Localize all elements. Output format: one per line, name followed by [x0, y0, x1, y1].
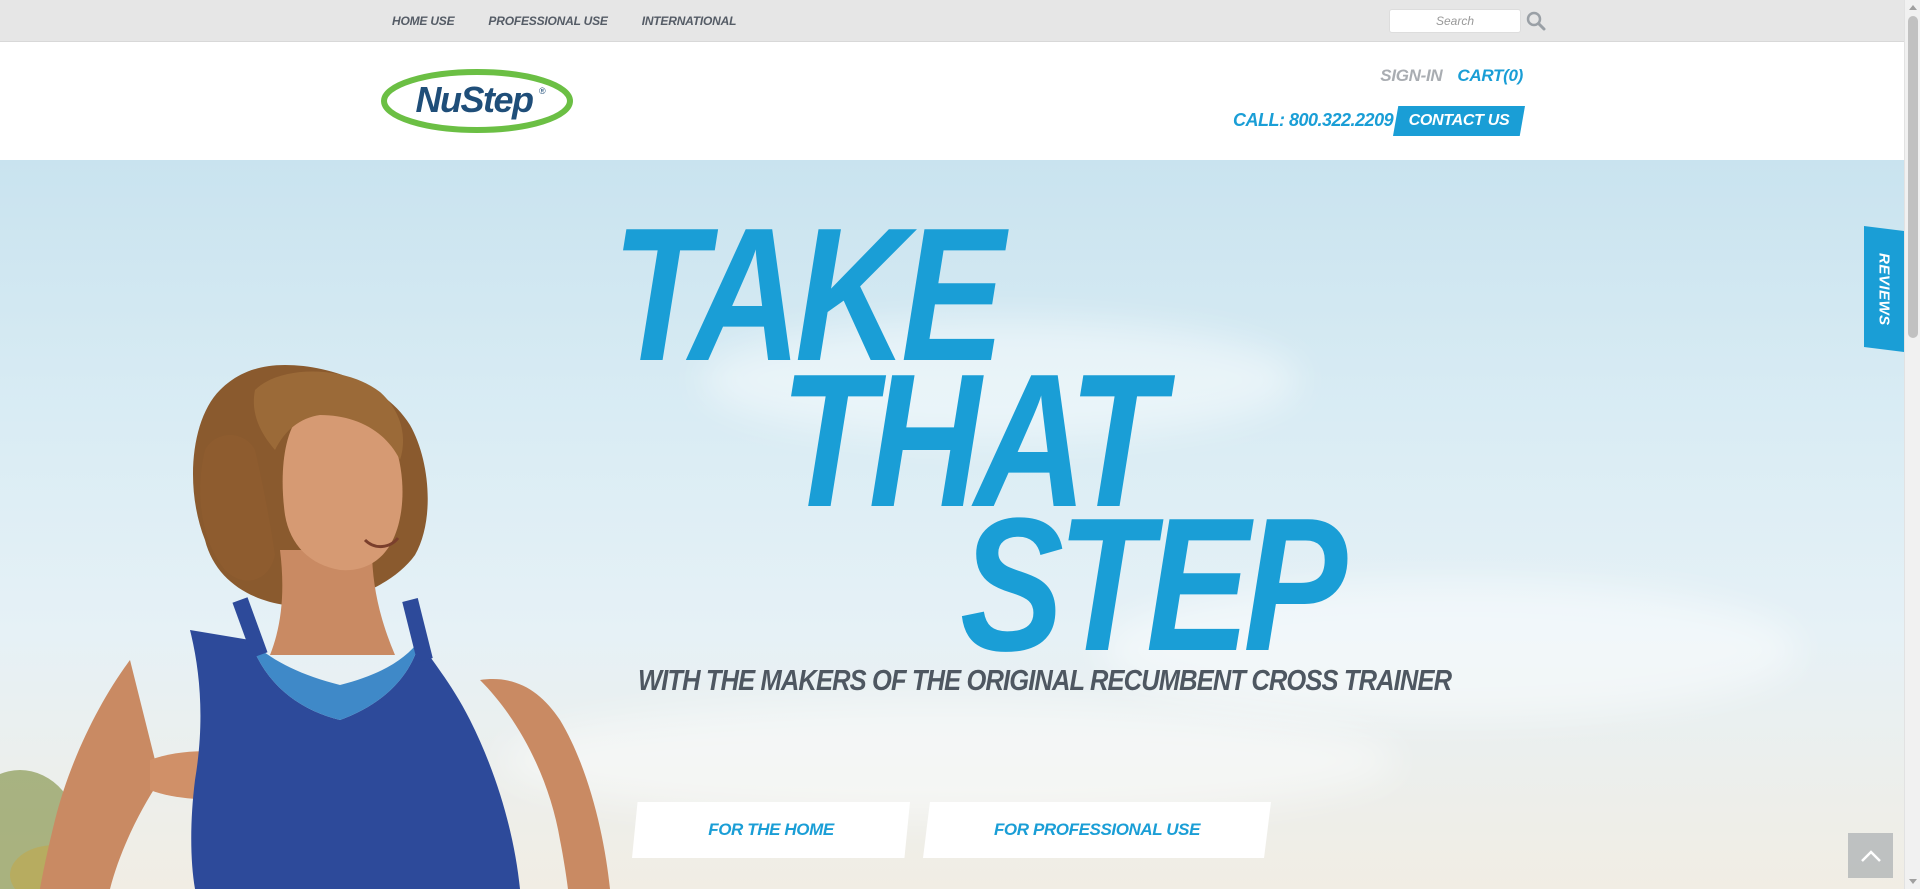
hero-subheadline: WITH THE MAKERS OF THE ORIGINAL RECUMBEN… — [638, 665, 1452, 697]
logo-registered-mark: ® — [539, 86, 546, 96]
sign-in-link[interactable]: SIGN-IN — [1380, 66, 1442, 86]
search-button[interactable] — [1525, 10, 1547, 32]
search-input[interactable] — [1389, 9, 1521, 33]
logo-wordmark: NuStep — [416, 79, 534, 120]
for-the-home-button[interactable]: FOR THE HOME — [632, 802, 910, 858]
nav-professional-use[interactable]: PROFESSIONAL USE — [488, 14, 607, 28]
top-utility-bar: HOME USE PROFESSIONAL USE INTERNATIONAL — [0, 0, 1904, 42]
hero-banner: TAKE THAT STEP WITH THE MAKERS OF THE OR… — [0, 160, 1904, 889]
scroll-up-arrow[interactable] — [1909, 5, 1917, 10]
back-to-top-button[interactable] — [1848, 833, 1893, 878]
reviews-tab[interactable]: REVIEWS — [1864, 226, 1904, 352]
scroll-down-arrow[interactable] — [1909, 879, 1917, 884]
search-icon — [1526, 11, 1546, 31]
contact-us-button[interactable]: CONTACT US — [1393, 106, 1525, 136]
account-links: SIGN-IN CART(0) — [1380, 66, 1523, 86]
top-nav: HOME USE PROFESSIONAL USE INTERNATIONAL — [392, 0, 736, 42]
cart-link[interactable]: CART(0) — [1457, 66, 1523, 86]
chevron-up-icon — [1860, 849, 1881, 862]
hero-woman-image — [0, 365, 610, 889]
headline-step: STEP — [960, 479, 1347, 691]
scroll-thumb[interactable] — [1908, 16, 1918, 338]
nav-home-use[interactable]: HOME USE — [392, 14, 455, 28]
nustep-logo[interactable]: NuStep ® — [381, 69, 573, 133]
phone-number[interactable]: CALL: 800.322.2209 — [1233, 110, 1394, 131]
for-professional-use-button[interactable]: FOR PROFESSIONAL USE — [923, 802, 1271, 858]
nav-international[interactable]: INTERNATIONAL — [642, 14, 737, 28]
reviews-tab-label: REVIEWS — [1875, 252, 1893, 326]
page-scrollbar[interactable] — [1904, 0, 1920, 889]
site-header: NuStep ® SIGN-IN CART(0) CALL: 800.322.2… — [0, 42, 1904, 160]
